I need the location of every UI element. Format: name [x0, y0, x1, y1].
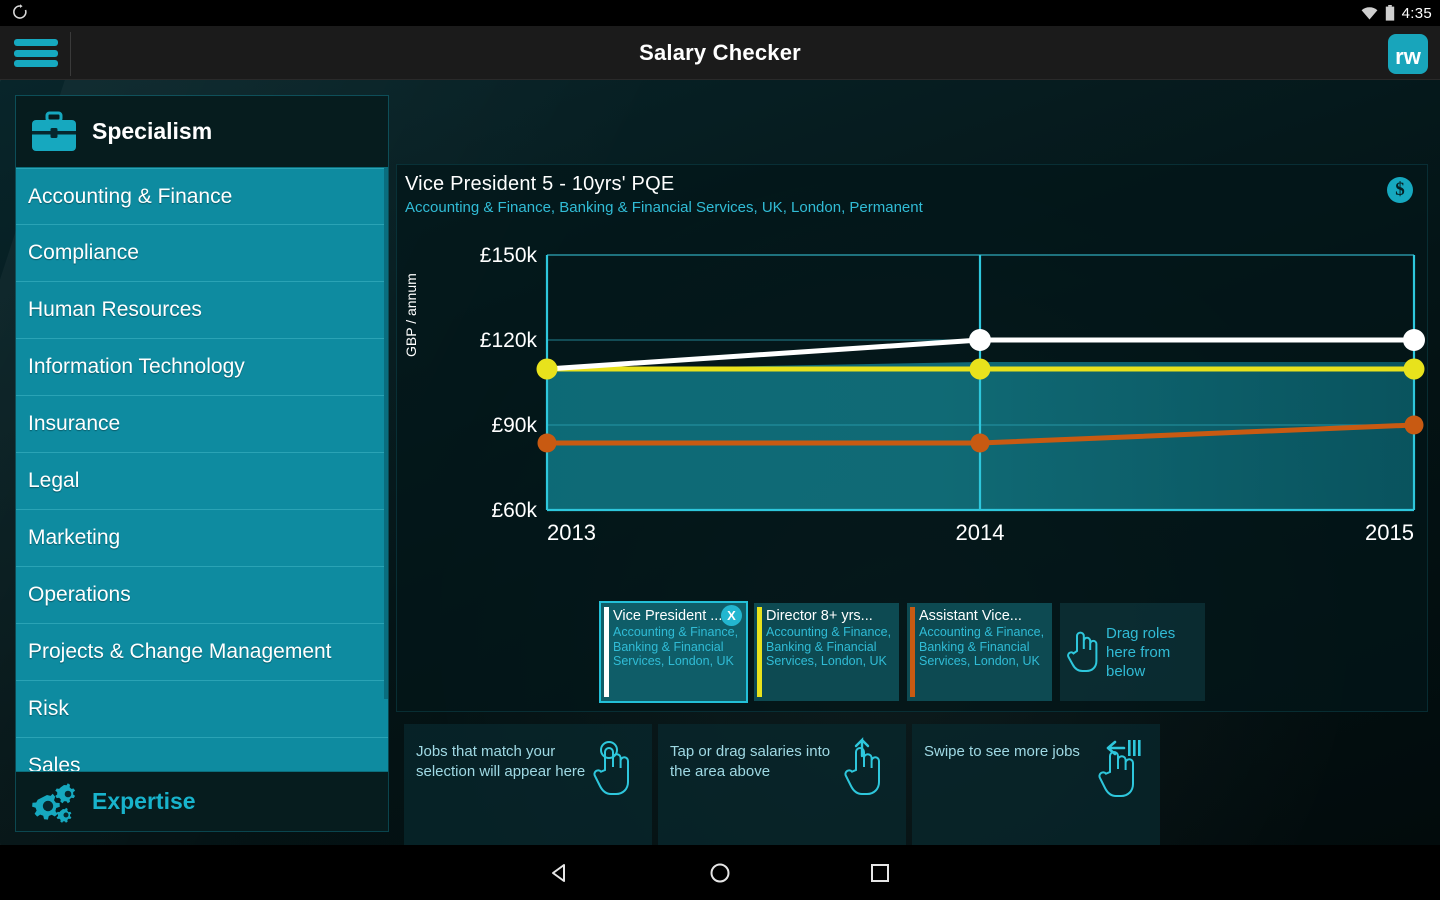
- sidebar-item-insurance[interactable]: Insurance: [16, 396, 388, 453]
- sidebar-item-operations[interactable]: Operations: [16, 567, 388, 624]
- sidebar-item-information-technology[interactable]: Information Technology: [16, 339, 388, 396]
- role-card-meta: Accounting & Finance, Banking & Financia…: [766, 625, 892, 668]
- role-card-title: Director 8+ yrs...: [766, 608, 873, 624]
- hint-text: Swipe to see more jobs: [924, 743, 1080, 760]
- sidebar-item-compliance[interactable]: Compliance: [16, 225, 388, 282]
- salary-line-chart[interactable]: GBP / annum £150k £120k £90k £60k 2013 2…: [397, 237, 1429, 567]
- sidebar-item-sales[interactable]: Sales: [16, 738, 388, 771]
- selected-roles-tray[interactable]: Vice President ... Accounting & Finance,…: [599, 601, 1205, 703]
- role-dropzone[interactable]: Drag roles here from below: [1060, 603, 1205, 701]
- hint-card-swipe-more-jobs[interactable]: Swipe to see more jobs: [912, 724, 1160, 845]
- status-bar-clock: 4:35: [1401, 4, 1432, 22]
- sidebar-item-projects-change-management[interactable]: Projects & Change Management: [16, 624, 388, 681]
- sidebar-item-marketing[interactable]: Marketing: [16, 510, 388, 567]
- sidebar-item-accounting-finance[interactable]: Accounting & Finance: [16, 168, 388, 225]
- role-color-stripe: [757, 607, 762, 697]
- gears-icon: [30, 781, 80, 823]
- role-card-assistant-vice-president[interactable]: Assistant Vice... Accounting & Finance, …: [907, 603, 1052, 701]
- close-icon[interactable]: X: [721, 605, 742, 626]
- role-card-meta: Accounting & Finance, Banking & Financia…: [613, 625, 739, 668]
- hint-card-drag-salaries[interactable]: Tap or drag salaries into the area above: [658, 724, 906, 845]
- svg-text:2013: 2013: [547, 520, 596, 545]
- svg-text:2015: 2015: [1365, 520, 1414, 545]
- sidebar-footer-label: Expertise: [92, 788, 196, 814]
- app-root: 4:35 Salary Checker rw Specialism Accoun…: [0, 0, 1440, 900]
- hand-tap-icon: [592, 740, 638, 802]
- sidebar-footer-expertise[interactable]: Expertise: [16, 771, 388, 831]
- svg-text:2014: 2014: [956, 520, 1005, 545]
- hand-swipe-icon: [1094, 736, 1150, 802]
- recents-button[interactable]: [865, 858, 895, 888]
- back-button[interactable]: [545, 858, 575, 888]
- android-nav-bar: [0, 845, 1440, 900]
- briefcase-icon: [30, 111, 78, 153]
- role-card-director[interactable]: Director 8+ yrs... Accounting & Finance,…: [754, 603, 899, 701]
- hint-cards: Jobs that match your selection will appe…: [404, 724, 1160, 845]
- sidebar-header-label: Specialism: [92, 118, 213, 144]
- role-card-vice-president[interactable]: Vice President ... Accounting & Finance,…: [599, 601, 748, 703]
- home-button[interactable]: [705, 858, 735, 888]
- role-color-stripe: [910, 607, 915, 697]
- currency-toggle-button[interactable]: $: [1387, 177, 1413, 203]
- hand-drag-up-icon: [842, 736, 894, 802]
- battery-icon: [1385, 5, 1395, 21]
- role-color-stripe: [604, 607, 609, 697]
- sidebar-scrollbar[interactable]: [384, 168, 388, 699]
- sidebar-item-legal[interactable]: Legal: [16, 453, 388, 510]
- sync-icon: [10, 3, 30, 23]
- hint-card-matching-jobs[interactable]: Jobs that match your selection will appe…: [404, 724, 652, 845]
- android-status-bar: 4:35: [0, 0, 1440, 26]
- dropzone-label: Drag roles here from below: [1106, 624, 1176, 680]
- content-area: Specialism Accounting & Finance Complian…: [0, 80, 1440, 845]
- specialism-sidebar: Specialism Accounting & Finance Complian…: [16, 96, 388, 831]
- specialism-list[interactable]: Accounting & Finance Compliance Human Re…: [16, 168, 388, 771]
- svg-text:£90k: £90k: [491, 414, 537, 437]
- app-bar: Salary Checker rw: [0, 26, 1440, 80]
- hint-text: Jobs that match your selection will appe…: [416, 743, 586, 780]
- salary-chart-panel: Vice President 5 - 10yrs' PQE Accounting…: [396, 164, 1428, 712]
- sidebar-item-human-resources[interactable]: Human Resources: [16, 282, 388, 339]
- chart-title: Vice President 5 - 10yrs' PQE: [405, 173, 675, 195]
- svg-text:£120k: £120k: [480, 329, 538, 352]
- wifi-icon: [1361, 6, 1378, 20]
- hand-tap-icon: [1066, 629, 1100, 675]
- hint-text: Tap or drag salaries into the area above: [670, 743, 831, 780]
- chart-header: Vice President 5 - 10yrs' PQE Accounting…: [405, 173, 923, 216]
- svg-text:£150k: £150k: [480, 244, 538, 267]
- status-bar-right: 4:35: [1361, 0, 1432, 26]
- role-card-title: Assistant Vice...: [919, 608, 1022, 624]
- role-card-meta: Accounting & Finance, Banking & Financia…: [919, 625, 1045, 668]
- svg-text:£60k: £60k: [491, 499, 537, 522]
- chart-svg: £150k £120k £90k £60k 2013 2014 2015: [480, 244, 1425, 545]
- sidebar-header: Specialism: [16, 96, 388, 168]
- chart-subtitle: Accounting & Finance, Banking & Financia…: [405, 199, 923, 216]
- sidebar-item-risk[interactable]: Risk: [16, 681, 388, 738]
- page-title: Salary Checker: [639, 40, 801, 65]
- rw-logo[interactable]: rw: [1388, 34, 1428, 74]
